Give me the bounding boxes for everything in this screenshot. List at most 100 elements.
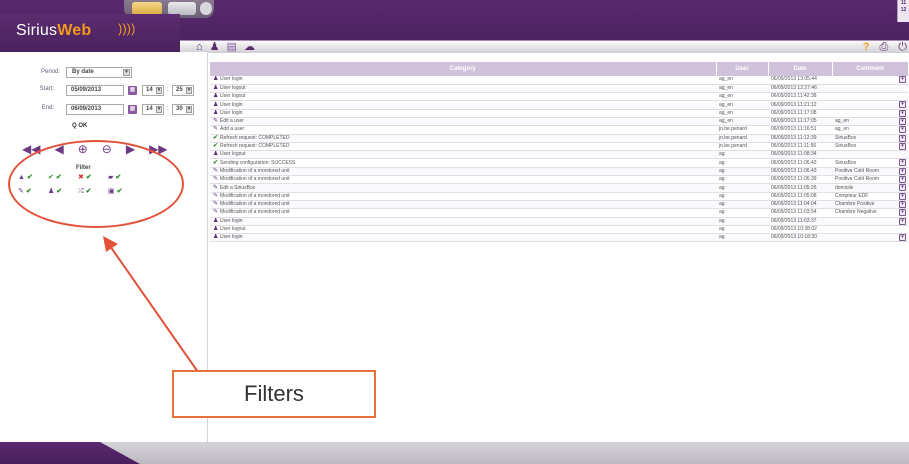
expand-row-icon[interactable]: ▾ <box>899 200 906 208</box>
refresh-tab[interactable] <box>200 2 212 15</box>
cell-comment: Compteur EDF ▾ <box>832 192 908 201</box>
table-row[interactable]: ✔ Refresh request: COMPLETED jn.be.penard 0… <box>210 134 908 143</box>
period-select[interactable]: By date ▾ <box>66 67 132 78</box>
expand-row-icon[interactable]: ▾ <box>899 126 906 134</box>
category-text: User logout <box>220 225 246 232</box>
table-row[interactable]: ♟ User login ag 06/09/2013 10:18:30 ▾ <box>210 233 908 243</box>
expand-row-icon[interactable]: ▾ <box>899 76 906 83</box>
chevron-down-icon[interactable]: ▾ <box>186 106 192 113</box>
end-hour-value: 14 <box>146 106 153 112</box>
category-text: User logout <box>220 93 246 100</box>
print-icon[interactable]: ⎙ <box>879 41 888 53</box>
user-icon: ♟ <box>213 101 219 108</box>
start-minute-value: 25 <box>176 87 183 93</box>
table-row[interactable]: ♟ User logout ag_en 06/09/2013 11:42:38 <box>210 92 908 102</box>
calendar-icon[interactable]: ▦ <box>128 105 137 114</box>
column-header-date[interactable]: Date <box>768 62 833 76</box>
table-row[interactable]: ♟ User login ag 06/09/2013 11:03:37 ▾ <box>210 217 908 226</box>
category-text: User login <box>220 109 243 116</box>
end-date-input[interactable]: 06/09/2013 <box>66 104 124 115</box>
help-icon[interactable]: ? <box>863 41 870 53</box>
cell-user: ag_en <box>716 84 768 94</box>
cell-category: ♟ User login <box>210 109 716 119</box>
expand-row-icon[interactable]: ▾ <box>899 234 906 241</box>
cell-comment: ag_en ▾ <box>832 117 908 127</box>
expand-row-icon[interactable]: ▾ <box>899 209 906 217</box>
users-icon[interactable]: ♟ <box>210 41 220 53</box>
column-header-category[interactable]: Category <box>210 62 717 76</box>
user-icon: ♟ <box>213 151 219 158</box>
expand-row-icon[interactable]: ▾ <box>899 217 906 225</box>
expand-row-icon[interactable]: ▾ <box>899 167 906 175</box>
cell-comment <box>832 84 908 94</box>
table-row[interactable]: ♟ User login ag_en 06/09/2013 11:17:08 ▾ <box>210 109 908 119</box>
logs-icon[interactable]: ▤ <box>227 41 237 53</box>
category-text: User login <box>220 234 243 241</box>
time-separator: : <box>167 106 169 112</box>
chevron-down-icon[interactable]: ▾ <box>186 87 192 94</box>
expand-row-icon[interactable]: ▾ <box>899 184 906 192</box>
table-row[interactable]: ♟ User login ag_en 06/09/2013 11:21:12 ▾ <box>210 100 908 110</box>
category-text: User logout <box>220 84 246 91</box>
app-logo: SiriusWeb <box>16 22 91 40</box>
cell-date: 06/09/2013 11:42:38 <box>768 92 832 102</box>
start-date-input[interactable]: 05/09/2013 <box>66 85 124 96</box>
comment-text: Chambre Negative <box>835 209 877 216</box>
cell-comment: Chambre Positive ▾ <box>832 200 908 210</box>
checkmark-icon: ✔ <box>213 143 219 150</box>
expand-row-icon[interactable]: ▾ <box>899 142 906 150</box>
end-hour-select[interactable]: 14 ▾ <box>142 104 164 115</box>
cell-date: 06/09/2013 11:17:05 <box>768 117 832 127</box>
table-row[interactable]: ✎ Modification of a monitored unit ag 06/09… <box>210 208 908 218</box>
table-row[interactable]: ♟ User logout ag 06/09/2013 10:38:02 <box>210 225 908 235</box>
table-row[interactable]: ✎ Edit a SiriusBox ag 06/09/2013 11:05:26 do… <box>210 183 908 193</box>
table-row[interactable]: ✎ Modification of a monitored unit ag 06/09… <box>210 175 908 185</box>
calendar-icon[interactable]: ▦ <box>128 86 137 95</box>
table-row[interactable]: ♟ User logout ag 06/09/2013 11:08:34 <box>210 150 908 160</box>
table-row[interactable]: ✎ Modification of a monitored unit ag 06/09… <box>210 167 908 177</box>
cell-user: ag_en <box>716 76 768 85</box>
start-minute-select[interactable]: 25 ▾ <box>172 85 194 96</box>
cell-user: ag <box>716 183 768 193</box>
category-text: Modification of a monitored unit <box>220 192 290 199</box>
cell-comment: ▾ <box>832 233 908 243</box>
table-row[interactable]: ♟ User logout ag_en 06/09/2013 12:27:46 <box>210 84 908 94</box>
cell-category: ✎ Modification of a monitored unit <box>210 167 716 177</box>
cell-category: ✎ Modification of a monitored unit <box>210 175 716 185</box>
table-row[interactable]: ✎ Modification of a monitored unit ag 06/09… <box>210 192 908 201</box>
expand-row-icon[interactable]: ▾ <box>899 101 906 109</box>
chevron-down-icon[interactable]: ▾ <box>156 106 162 113</box>
table-row[interactable]: ✎ Edit a user ag_en 06/09/2013 11:17:05 ag_e… <box>210 117 908 127</box>
calendar-widget[interactable]: 11 12 <box>897 0 909 22</box>
settings-icon[interactable]: ☁ <box>244 41 255 53</box>
table-row[interactable]: ✎ Add a user jn.be.penard 06/09/2013 11:16:… <box>210 125 908 135</box>
end-minute-select[interactable]: 30 ▾ <box>172 104 194 115</box>
column-header-comment[interactable]: Comment <box>832 62 909 76</box>
ok-label: OK <box>78 123 88 129</box>
expand-row-icon[interactable]: ▾ <box>899 109 906 117</box>
power-icon[interactable]: ⏻ <box>898 41 907 53</box>
cell-date: 06/09/2013 10:18:30 <box>768 233 832 243</box>
ok-button[interactable]: Q OK <box>72 123 87 129</box>
start-hour-select[interactable]: 14 ▾ <box>142 85 164 96</box>
expand-row-icon[interactable]: ▾ <box>899 192 906 200</box>
expand-row-icon[interactable]: ▾ <box>899 176 906 183</box>
table-row[interactable]: ✔ Refresh request: COMPLETED jn.be.penard 0… <box>210 142 908 152</box>
expand-row-icon[interactable]: ▾ <box>899 117 906 125</box>
cell-date: 06/09/2013 11:03:37 <box>768 217 832 226</box>
chevron-down-icon[interactable]: ▾ <box>156 87 162 94</box>
cell-date: 06/09/2013 11:05:26 <box>768 183 832 193</box>
cell-category: ♟ User login <box>210 100 716 110</box>
cell-category: ✔ Refresh request: COMPLETED <box>210 142 716 152</box>
table-row[interactable]: ✎ Modification of a monitored unit ag 06/09… <box>210 200 908 210</box>
table-row[interactable]: ✔ Sending configuration: SUCCESS ag 06/09/2… <box>210 158 908 168</box>
table-row[interactable]: ♟ User login ag_en 06/09/2013 13:05:44 ▾ <box>210 76 908 85</box>
cell-comment: Chambre Negative ▾ <box>832 208 908 218</box>
end-minute-value: 30 <box>176 106 183 112</box>
chevron-down-icon[interactable]: ▾ <box>123 69 130 76</box>
period-label: Period: <box>40 69 60 75</box>
user-icon: ♟ <box>213 93 219 100</box>
expand-row-icon[interactable]: ▾ <box>899 134 906 142</box>
expand-row-icon[interactable]: ▾ <box>899 159 906 167</box>
column-header-user[interactable]: User <box>716 62 769 76</box>
